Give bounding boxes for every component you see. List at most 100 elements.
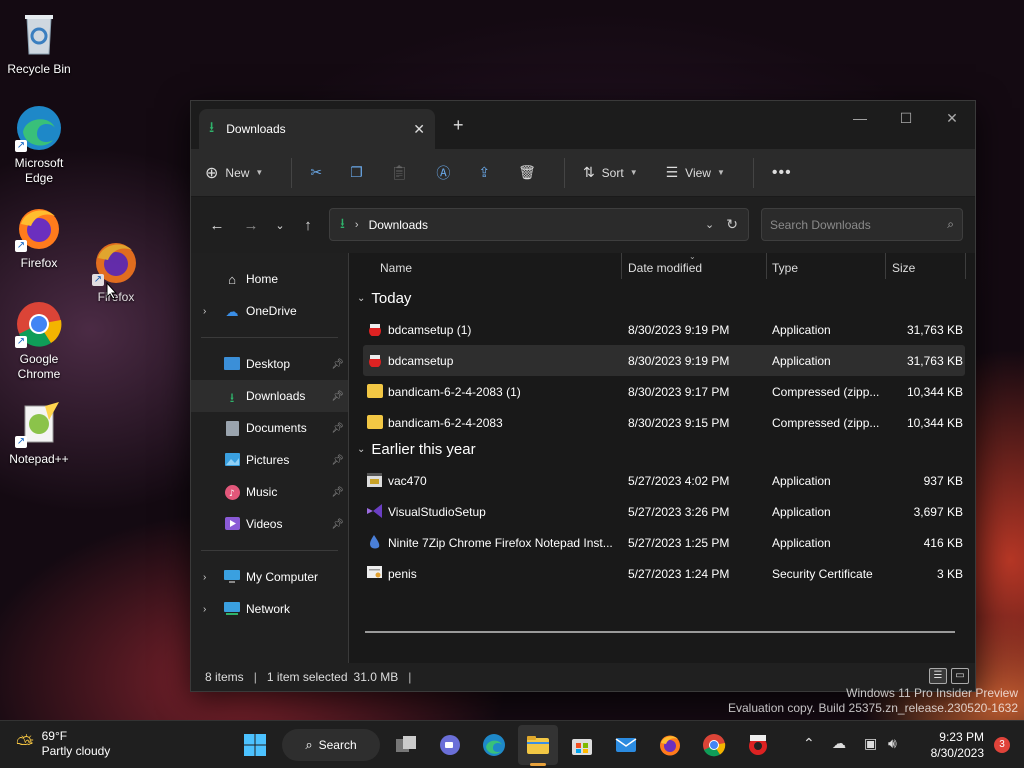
taskbar-edge[interactable] (482, 733, 506, 757)
nav-item-onedrive[interactable]: › ☁ OneDrive (191, 295, 348, 327)
pin-icon[interactable]: 📌︎ (331, 391, 344, 402)
start-button[interactable] (243, 733, 267, 757)
file-row[interactable]: bandicam-6-2-4-2083 8/30/2023 9:15 PM Co… (363, 407, 965, 438)
column-separator[interactable] (621, 253, 622, 279)
nav-label: Videos (246, 517, 283, 531)
download-icon: ⭳ (209, 118, 215, 136)
desktop-icon-chrome[interactable]: ↗ Google Chrome (1, 300, 77, 382)
weather-widget[interactable]: ⛅︎ 69°F Partly cloudy (16, 729, 110, 759)
up-button[interactable]: ↑ (293, 217, 323, 234)
tab-downloads[interactable]: ⭳ Downloads ✕ (199, 109, 435, 149)
nav-item-home[interactable]: ⌂ Home (191, 263, 348, 295)
column-separator[interactable] (965, 253, 966, 279)
pin-icon[interactable]: 📌︎ (331, 519, 344, 530)
desktop-icon-recycle-bin[interactable]: Recycle Bin (1, 10, 77, 77)
file-row-selected[interactable]: bdcamsetup 8/30/2023 9:19 PM Application… (363, 345, 965, 376)
plus-circle-icon: ⊕ (205, 164, 219, 182)
taskbar-chrome[interactable] (702, 733, 726, 757)
pin-icon[interactable]: 📌︎ (331, 487, 344, 498)
minimize-button[interactable]: — (837, 105, 883, 131)
forward-button[interactable]: → (235, 217, 267, 234)
new-button[interactable]: ⊕ New ▼ (205, 163, 263, 183)
taskbar-firefox[interactable] (658, 733, 682, 757)
file-row[interactable]: VisualStudioSetup 5/27/2023 3:26 PM Appl… (363, 496, 965, 527)
details-view-button[interactable]: ☰ (929, 668, 947, 684)
desktop-icon-notepadpp[interactable]: ↗ Notepad++ (1, 400, 77, 467)
system-clock[interactable]: 9:23 PM 8/30/2023 (931, 729, 984, 761)
nav-item-network[interactable]: › Network (191, 593, 348, 625)
rename-button[interactable]: Ⓐ (436, 163, 450, 183)
running-indicator (530, 763, 546, 766)
taskbar-bandicam[interactable] (746, 733, 770, 757)
chat-button[interactable] (438, 733, 462, 757)
more-options-button[interactable]: ••• (772, 164, 792, 182)
share-button[interactable]: ⇪ (478, 164, 490, 181)
close-window-button[interactable]: ✕ (929, 105, 975, 131)
pin-icon[interactable]: 📌︎ (331, 359, 344, 370)
volume-tray-icon[interactable]: 🔊︎ (888, 735, 897, 752)
expand-chevron-icon[interactable]: › (203, 572, 206, 583)
pin-icon[interactable]: 📌︎ (331, 455, 344, 466)
column-separator[interactable] (766, 253, 767, 279)
delete-button[interactable]: 🗑︎ (518, 164, 536, 181)
visual-studio-icon (367, 504, 383, 518)
task-view-button[interactable] (394, 733, 418, 757)
maximize-button[interactable]: ☐ (883, 105, 929, 131)
show-hidden-icons-button[interactable]: ⌃ (803, 735, 815, 752)
address-history-chevron-icon[interactable]: ⌄ (705, 218, 714, 231)
onedrive-tray-icon[interactable]: ☁ (832, 735, 846, 752)
group-header-earlier[interactable]: ⌄ Earlier this year (349, 434, 975, 465)
taskbar-store[interactable] (570, 733, 594, 757)
file-row[interactable]: Ninite 7Zip Chrome Firefox Notepad Inst.… (363, 527, 965, 558)
column-header-type[interactable]: Type (772, 261, 798, 275)
cut-button[interactable]: ✂ (310, 164, 322, 181)
nav-item-videos[interactable]: Videos 📌︎ (191, 508, 348, 540)
arrow-left-icon: ← (209, 216, 225, 234)
evaluation-watermark: Windows 11 Pro Insider Preview Evaluatio… (728, 686, 1018, 715)
nav-item-pictures[interactable]: Pictures 📌︎ (191, 444, 348, 476)
search-input[interactable] (770, 217, 948, 232)
search-box[interactable]: ⌕ (761, 208, 963, 241)
expand-chevron-icon[interactable]: › (203, 306, 206, 317)
address-path[interactable]: Downloads (369, 218, 693, 232)
nav-item-desktop[interactable]: Desktop 📌︎ (191, 348, 348, 380)
notification-badge[interactable]: 3 (994, 737, 1010, 753)
column-header-name[interactable]: Name (380, 261, 412, 275)
collapse-chevron-icon[interactable]: ⌄ (357, 444, 365, 455)
file-row[interactable]: bdcamsetup (1) 8/30/2023 9:19 PM Applica… (363, 314, 965, 345)
recent-locations-button[interactable]: ⌄ (267, 219, 293, 232)
file-row[interactable]: vac470 5/27/2023 4:02 PM Application 937… (363, 465, 965, 496)
network-tray-icon[interactable]: ▣ (864, 735, 877, 752)
taskbar-file-explorer[interactable] (526, 733, 550, 757)
column-header-size[interactable]: Size (892, 261, 915, 275)
nav-item-my-computer[interactable]: › My Computer (191, 561, 348, 593)
taskbar-mail[interactable] (614, 733, 638, 757)
column-separator[interactable] (885, 253, 886, 279)
sort-button[interactable]: ⇅ Sort ▼ (583, 164, 638, 181)
close-tab-icon[interactable]: ✕ (413, 121, 425, 138)
tiles-view-button[interactable]: ▭ (951, 668, 969, 684)
view-button[interactable]: ☰ View ▼ (666, 164, 725, 181)
expand-chevron-icon[interactable]: › (203, 604, 206, 615)
nav-label: Desktop (246, 357, 291, 371)
horizontal-scrollbar[interactable] (365, 631, 955, 633)
column-header-date[interactable]: Date modified (628, 261, 702, 275)
nav-item-music[interactable]: ♪ Music 📌︎ (191, 476, 348, 508)
paste-button[interactable]: 📋︎ (391, 164, 409, 181)
refresh-icon[interactable]: ↻ (726, 216, 738, 233)
nav-item-documents[interactable]: Documents 📌︎ (191, 412, 348, 444)
nav-item-downloads[interactable]: ⭳ Downloads 📌︎ (191, 380, 348, 412)
taskbar-search-button[interactable]: ⌕ Search (282, 729, 380, 761)
desktop-icon-edge[interactable]: ↗ Microsoft Edge (1, 104, 77, 186)
file-row[interactable]: bandicam-6-2-4-2083 (1) 8/30/2023 9:17 P… (363, 376, 965, 407)
pin-icon[interactable]: 📌︎ (331, 423, 344, 434)
address-bar[interactable]: ⭳ › Downloads ⌄ ↻ (329, 208, 749, 241)
collapse-chevron-icon[interactable]: ⌄ (357, 293, 365, 304)
group-header-today[interactable]: ⌄ Today (349, 283, 975, 314)
desktop-icon-firefox[interactable]: ↗ Firefox (1, 204, 77, 271)
copy-button[interactable]: ❐ (350, 164, 363, 181)
back-button[interactable]: ← (201, 217, 233, 234)
new-tab-button[interactable]: + (453, 115, 464, 136)
file-row[interactable]: penis 5/27/2023 1:24 PM Security Certifi… (363, 558, 965, 589)
details-view-icon: ☰ (933, 670, 943, 681)
